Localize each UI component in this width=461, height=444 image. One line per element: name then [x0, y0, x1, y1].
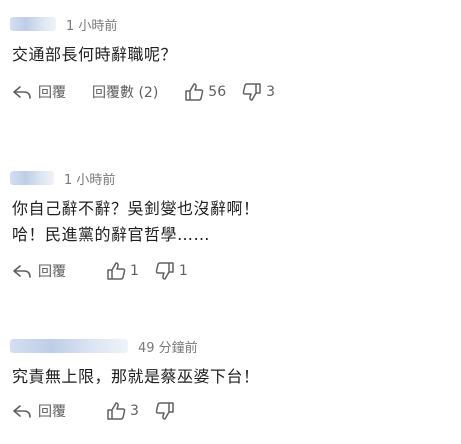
comment-text: 究責無上限，那就是蔡巫婆下台！ [12, 367, 260, 386]
reply-button[interactable]: 回覆 [12, 401, 66, 421]
reply-label: 回覆 [38, 264, 66, 280]
thumbs-down-icon [242, 83, 261, 101]
view-replies-button[interactable]: 回覆數 (2) [92, 82, 158, 102]
like-button[interactable]: 3 [106, 401, 139, 421]
reply-button[interactable]: 回覆 [12, 82, 66, 102]
like-button[interactable]: 56 [184, 82, 226, 102]
comment-text: 交通部長何時辭職呢？ [12, 45, 178, 64]
author-name-blurred[interactable] [10, 339, 128, 353]
comment-meta: 1 小時前 [10, 14, 117, 34]
comment-time: 1 小時前 [64, 172, 116, 188]
comment-meta: 1 小時前 [10, 168, 115, 188]
dislike-button[interactable] [155, 401, 179, 421]
comment-actions: 回覆 3 [12, 400, 205, 422]
thumbs-down-icon [155, 262, 174, 280]
comment-text-line-1: 你自己辭不辭？吳釗燮也沒辭啊！ [12, 199, 260, 218]
reply-label: 回覆 [38, 404, 66, 420]
reply-arrow-icon [13, 86, 31, 99]
like-count: 56 [208, 84, 227, 100]
thumbs-up-icon [185, 83, 204, 101]
author-name-blurred[interactable] [10, 171, 54, 185]
author-name-blurred[interactable] [10, 17, 56, 31]
reply-button[interactable]: 回覆 [12, 261, 66, 281]
comment-time: 1 小時前 [66, 18, 118, 34]
comment-time: 49 分鐘前 [138, 340, 198, 356]
thumbs-down-icon [155, 402, 174, 420]
reply-label: 回覆 [38, 85, 66, 101]
comment-text-line-2: 哈！民進黨的辭官哲學…… [12, 225, 211, 244]
thumbs-up-icon [107, 402, 126, 420]
dislike-button[interactable]: 1 [155, 261, 188, 281]
like-count: 3 [130, 403, 139, 419]
comment-actions: 回覆 回覆數 (2) 56 3 [12, 81, 301, 103]
dislike-count: 1 [178, 263, 188, 279]
replies-count-label: 回覆數 (2) [92, 85, 159, 101]
reply-arrow-icon [13, 405, 31, 418]
like-button[interactable]: 1 [106, 261, 139, 281]
dislike-button[interactable]: 3 [242, 82, 275, 102]
reply-arrow-icon [13, 265, 31, 278]
comment-actions: 回覆 1 1 [12, 260, 214, 282]
like-count: 1 [130, 263, 139, 279]
comment-meta: 49 分鐘前 [10, 336, 198, 356]
dislike-count: 3 [266, 84, 276, 100]
thumbs-up-icon [107, 262, 126, 280]
